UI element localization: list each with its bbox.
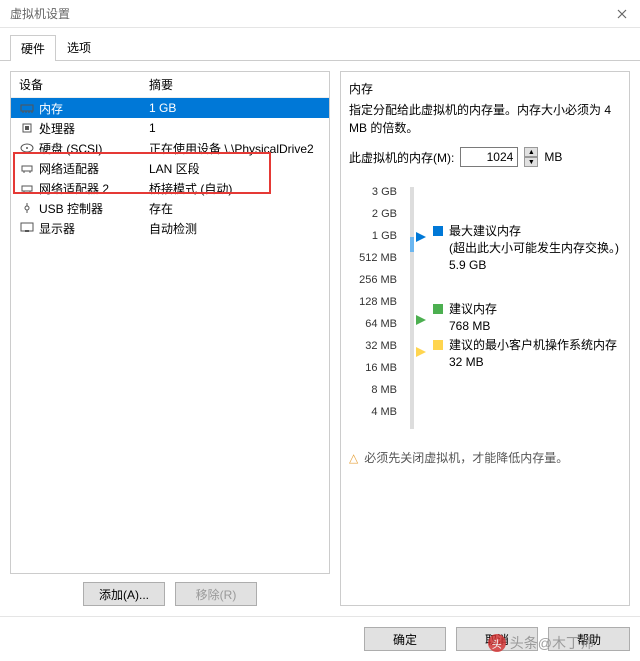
device-summary: LAN 区段: [149, 160, 321, 177]
device-row[interactable]: 网络适配器 2桥接模式 (自动): [11, 178, 329, 198]
memory-input[interactable]: [460, 147, 518, 167]
remove-button[interactable]: 移除(R): [175, 582, 257, 606]
mem-tick-label: 256 MB: [359, 269, 397, 291]
panel-desc: 指定分配给此虚拟机的内存量。内存大小必须为 4 MB 的倍数。: [349, 101, 621, 137]
device-row[interactable]: 网络适配器LAN 区段: [11, 158, 329, 178]
memory-legend: 最大建议内存 (超出此大小可能发生内存交换。) 5.9 GB 建议内存 768 …: [427, 181, 621, 429]
add-button[interactable]: 添加(A)...: [83, 582, 165, 606]
mem-tick-label: 512 MB: [359, 247, 397, 269]
display-icon: [19, 221, 35, 235]
marker-rec-icon: [416, 315, 426, 325]
mem-tick-label: 2 GB: [372, 203, 397, 225]
marker-min-icon: [416, 347, 426, 357]
help-button[interactable]: 帮助: [548, 627, 630, 651]
mem-tick-label: 8 MB: [371, 379, 397, 401]
tab-options[interactable]: 选项: [56, 34, 102, 60]
device-name: 显示器: [39, 220, 149, 237]
legend-max-val: 5.9 GB: [449, 257, 619, 274]
square-green-icon: [433, 304, 443, 314]
mem-tick-label: 128 MB: [359, 291, 397, 313]
close-icon[interactable]: [612, 4, 632, 24]
warning-icon: △: [349, 451, 358, 465]
square-blue-icon: [433, 226, 443, 236]
memory-spinner[interactable]: ▲ ▼: [524, 147, 538, 167]
spin-down-icon[interactable]: ▼: [524, 157, 538, 167]
device-summary: 自动检测: [149, 220, 321, 237]
mem-tick-label: 64 MB: [365, 313, 397, 335]
tab-hardware[interactable]: 硬件: [10, 35, 56, 61]
memory-panel: 内存 指定分配给此虚拟机的内存量。内存大小必须为 4 MB 的倍数。 此虚拟机的…: [340, 71, 630, 606]
spin-up-icon[interactable]: ▲: [524, 147, 538, 157]
device-name: 网络适配器 2: [39, 180, 149, 197]
tab-bar: 硬件 选项: [0, 28, 640, 61]
device-row[interactable]: USB 控制器存在: [11, 198, 329, 218]
ok-button[interactable]: 确定: [364, 627, 446, 651]
square-yellow-icon: [433, 340, 443, 350]
cancel-button[interactable]: 取消: [456, 627, 538, 651]
warning-text: 必须先关闭虚拟机，才能降低内存量。: [364, 449, 568, 466]
net-icon: [19, 181, 35, 195]
mem-unit: MB: [544, 150, 562, 164]
device-name: USB 控制器: [39, 200, 149, 217]
device-list: 设备 摘要 内存1 GB处理器1硬盘 (SCSI)正在使用设备 \.\Physi…: [10, 71, 330, 574]
col-device: 设备: [19, 76, 149, 93]
titlebar: 虚拟机设置: [0, 0, 640, 28]
legend-rec-val: 768 MB: [449, 318, 497, 335]
memory-icon: [19, 101, 35, 115]
col-summary: 摘要: [149, 76, 321, 93]
net-icon: [19, 161, 35, 175]
legend-max: 最大建议内存: [449, 223, 619, 240]
device-row[interactable]: 内存1 GB: [11, 98, 329, 118]
device-summary: 桥接模式 (自动): [149, 180, 321, 197]
memory-scale: 3 GB2 GB1 GB512 MB256 MB128 MB64 MB32 MB…: [349, 181, 397, 429]
device-name: 网络适配器: [39, 160, 149, 177]
mem-tick-label: 1 GB: [372, 225, 397, 247]
mem-tick-label: 16 MB: [365, 357, 397, 379]
device-row[interactable]: 硬盘 (SCSI)正在使用设备 \.\PhysicalDrive2: [11, 138, 329, 158]
legend-max-note: (超出此大小可能发生内存交换。): [449, 240, 619, 257]
device-name: 内存: [39, 100, 149, 117]
device-list-header: 设备 摘要: [11, 72, 329, 98]
device-name: 硬盘 (SCSI): [39, 140, 149, 157]
marker-max-icon: [416, 232, 426, 242]
dialog-footer: 确定 取消 帮助 头 头条@木丁师: [0, 616, 640, 661]
mem-tick-label: 32 MB: [365, 335, 397, 357]
cpu-icon: [19, 121, 35, 135]
legend-min-val: 32 MB: [449, 354, 617, 371]
panel-title: 内存: [349, 80, 621, 97]
disk-icon: [19, 141, 35, 155]
mem-tick-label: 3 GB: [372, 181, 397, 203]
device-summary: 正在使用设备 \.\PhysicalDrive2: [149, 140, 321, 157]
mem-field-label: 此虚拟机的内存(M):: [349, 149, 454, 166]
device-summary: 1 GB: [149, 101, 321, 115]
window-title: 虚拟机设置: [10, 5, 70, 22]
legend-min: 建议的最小客户机操作系统内存: [449, 337, 617, 354]
device-row[interactable]: 显示器自动检测: [11, 218, 329, 238]
memory-slider[interactable]: [397, 181, 427, 429]
device-summary: 存在: [149, 200, 321, 217]
device-row[interactable]: 处理器1: [11, 118, 329, 138]
device-name: 处理器: [39, 120, 149, 137]
mem-tick-label: 4 MB: [371, 401, 397, 423]
legend-rec: 建议内存: [449, 301, 497, 318]
warning-row: △ 必须先关闭虚拟机，才能降低内存量。: [349, 449, 621, 466]
usb-icon: [19, 201, 35, 215]
device-summary: 1: [149, 121, 321, 135]
